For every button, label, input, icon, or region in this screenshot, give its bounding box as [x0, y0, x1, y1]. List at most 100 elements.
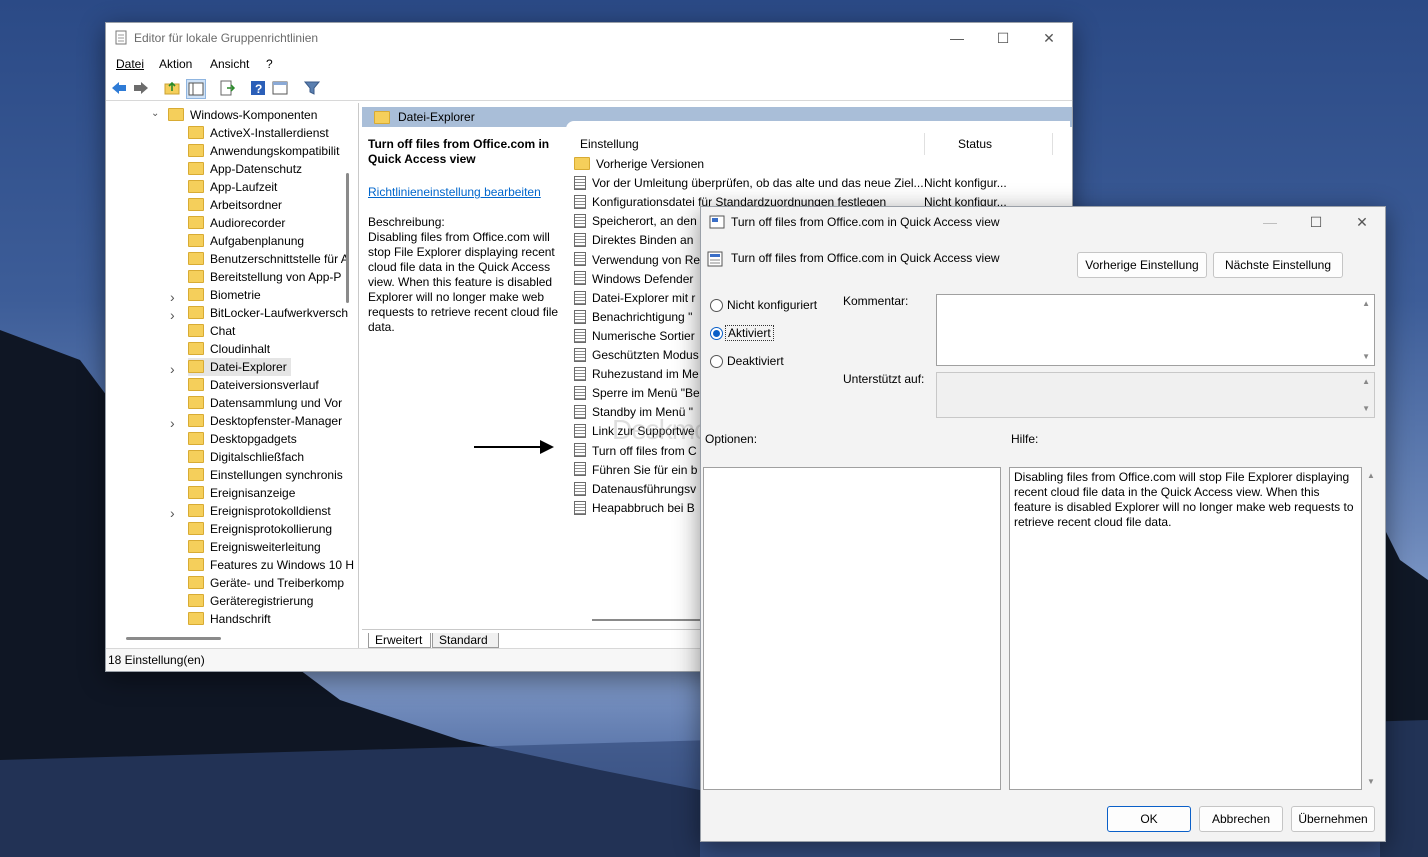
tree-item[interactable]: Bereitstellung von App-P [188, 268, 341, 286]
tree-item[interactable]: Ereignisprotokolldienst [188, 502, 331, 520]
list-item[interactable]: Numerische Sortier [574, 327, 695, 346]
tree-item[interactable]: ActiveX-Installerdienst [188, 124, 329, 142]
list-item[interactable]: Heapabbruch bei B [574, 499, 695, 518]
tree-item[interactable]: App-Laufzeit [188, 178, 277, 196]
properties-icon[interactable] [271, 79, 289, 97]
list-item[interactable]: Benachrichtigung " [574, 308, 692, 327]
scroll-down-icon[interactable]: ▼ [1362, 404, 1370, 413]
tab-erweitert[interactable]: Erweitert [368, 633, 432, 648]
column-header-status[interactable]: Status [958, 137, 992, 151]
tree-item[interactable]: Einstellungen synchronis [188, 466, 343, 484]
tree-item[interactable]: Arbeitsordner [188, 196, 282, 214]
cancel-button[interactable]: Abbrechen [1199, 806, 1283, 832]
maximize-button[interactable]: ☐ [980, 23, 1026, 53]
list-item[interactable]: Ruhezustand im Me [574, 365, 699, 384]
chevron-right-icon[interactable]: › [170, 307, 175, 323]
tree-item[interactable]: Anwendungskompatibilit [188, 142, 339, 160]
list-item[interactable]: Führen Sie für ein b [574, 461, 697, 480]
chevron-right-icon[interactable]: › [170, 289, 175, 305]
tree-item[interactable]: Ereignisprotokollierung [188, 520, 332, 538]
radio-disabled[interactable] [710, 355, 723, 368]
chevron-right-icon[interactable]: › [170, 505, 175, 521]
list-item[interactable]: Vor der Umleitung überprüfen, ob das alt… [574, 174, 924, 193]
tree-item[interactable]: Audiorecorder [188, 214, 285, 232]
tree-item[interactable]: Desktopgadgets [188, 430, 297, 448]
scroll-down-icon[interactable]: ▼ [1362, 352, 1370, 361]
forward-arrow-icon[interactable] [132, 79, 150, 97]
tree-item[interactable]: Datensammlung und Vor [188, 394, 342, 412]
chevron-right-icon[interactable]: › [170, 361, 175, 377]
show-hide-console-tree-icon[interactable] [186, 79, 206, 99]
list-item[interactable]: Datenausführungsv [574, 480, 696, 499]
tree-item-label: Einstellungen synchronis [210, 468, 343, 482]
scroll-up-icon[interactable]: ▲ [1362, 299, 1370, 308]
tree-root[interactable]: Windows-Komponenten [168, 106, 317, 124]
folder-icon [188, 450, 204, 464]
maximize-button[interactable]: ☐ [1293, 207, 1339, 237]
list-item[interactable]: Sperre im Menü "Be [574, 384, 700, 403]
menu-aktion[interactable]: Aktion [159, 57, 192, 71]
ok-button[interactable]: OK [1107, 806, 1191, 832]
radio-disabled-label[interactable]: Deaktiviert [727, 354, 784, 368]
tree-item[interactable]: Digitalschließfach [188, 448, 304, 466]
help-scroll-up-icon[interactable]: ▲ [1367, 471, 1375, 480]
tree-item-label: Cloudinhalt [210, 342, 271, 356]
chevron-down-icon[interactable]: ⌄ [151, 108, 159, 119]
help-scroll-down-icon[interactable]: ▼ [1367, 777, 1375, 786]
tree-vertical-scrollbar[interactable] [346, 173, 349, 303]
tree-horizontal-scrollbar[interactable] [126, 637, 221, 640]
menu-datei[interactable]: Datei [116, 57, 144, 71]
close-button[interactable]: ✕ [1026, 23, 1072, 53]
list-horizontal-scrollbar[interactable] [592, 619, 712, 621]
policy-setting-icon [574, 462, 586, 477]
radio-not-configured[interactable] [710, 299, 723, 312]
tree-item[interactable]: Ereignisweiterleitung [188, 538, 321, 556]
back-arrow-icon[interactable] [110, 79, 128, 97]
apply-button[interactable]: Übernehmen [1291, 806, 1375, 832]
tree-item[interactable]: BitLocker-Laufwerkversch [188, 304, 348, 322]
tree-item[interactable]: Ereignisanzeige [188, 484, 295, 502]
list-item[interactable]: Datei-Explorer mit r [574, 289, 695, 308]
tree-item[interactable]: Handschrift [188, 610, 271, 628]
column-header-setting[interactable]: Einstellung [580, 137, 639, 151]
export-list-icon[interactable] [218, 79, 236, 97]
previous-setting-button[interactable]: Vorherige Einstellung [1077, 252, 1207, 278]
menu-help[interactable]: ? [266, 57, 273, 71]
edit-policy-link[interactable]: Richtlinieneinstellung bearbeiten [368, 185, 541, 199]
radio-enabled[interactable] [710, 327, 723, 340]
up-folder-icon[interactable] [163, 79, 181, 97]
tree-item[interactable]: Datei-Explorer [188, 358, 291, 376]
list-item[interactable]: Windows Defender [574, 270, 693, 289]
help-icon[interactable]: ? [249, 79, 267, 97]
list-item[interactable]: Direktes Binden an [574, 231, 693, 250]
list-item[interactable]: Speicherort, an den [574, 212, 697, 231]
comment-textarea[interactable]: ▲ ▼ [936, 294, 1375, 366]
tree-item[interactable]: Geräte- und Treiberkomp [188, 574, 344, 592]
list-item[interactable]: Verwendung von Re [574, 251, 700, 270]
filter-icon[interactable] [303, 79, 321, 97]
tree-item[interactable]: Biometrie [188, 286, 261, 304]
tree-item[interactable]: Geräteregistrierung [188, 592, 313, 610]
tree-item[interactable]: Chat [188, 322, 235, 340]
supported-on-field: ▲ ▼ [936, 372, 1375, 418]
scroll-up-icon[interactable]: ▲ [1362, 377, 1370, 386]
setting-name: Verwendung von Re [592, 252, 701, 267]
setting-name: Direktes Binden an [592, 233, 694, 248]
tree-item[interactable]: Cloudinhalt [188, 340, 270, 358]
minimize-button[interactable]: — [934, 23, 980, 53]
tree-item[interactable]: App-Datenschutz [188, 160, 302, 178]
tree-item[interactable]: Aufgabenplanung [188, 232, 304, 250]
tab-standard[interactable]: Standard [432, 633, 499, 648]
next-setting-button[interactable]: Nächste Einstellung [1213, 252, 1343, 278]
radio-not-configured-label[interactable]: Nicht konfiguriert [727, 298, 817, 312]
menu-ansicht[interactable]: Ansicht [210, 57, 249, 71]
chevron-right-icon[interactable]: › [170, 415, 175, 431]
close-button[interactable]: ✕ [1339, 207, 1385, 237]
tree-item[interactable]: Desktopfenster-Manager [188, 412, 342, 430]
tree-item[interactable]: Benutzerschnittstelle für A [188, 250, 349, 268]
tree-item[interactable]: Features zu Windows 10 H [188, 556, 354, 574]
list-item[interactable]: Geschützten Modus [574, 346, 699, 365]
radio-enabled-label[interactable]: Aktiviert [725, 325, 774, 341]
tree-item[interactable]: Dateiversionsverlauf [188, 376, 319, 394]
list-item[interactable]: Vorherige Versionen [574, 155, 704, 174]
